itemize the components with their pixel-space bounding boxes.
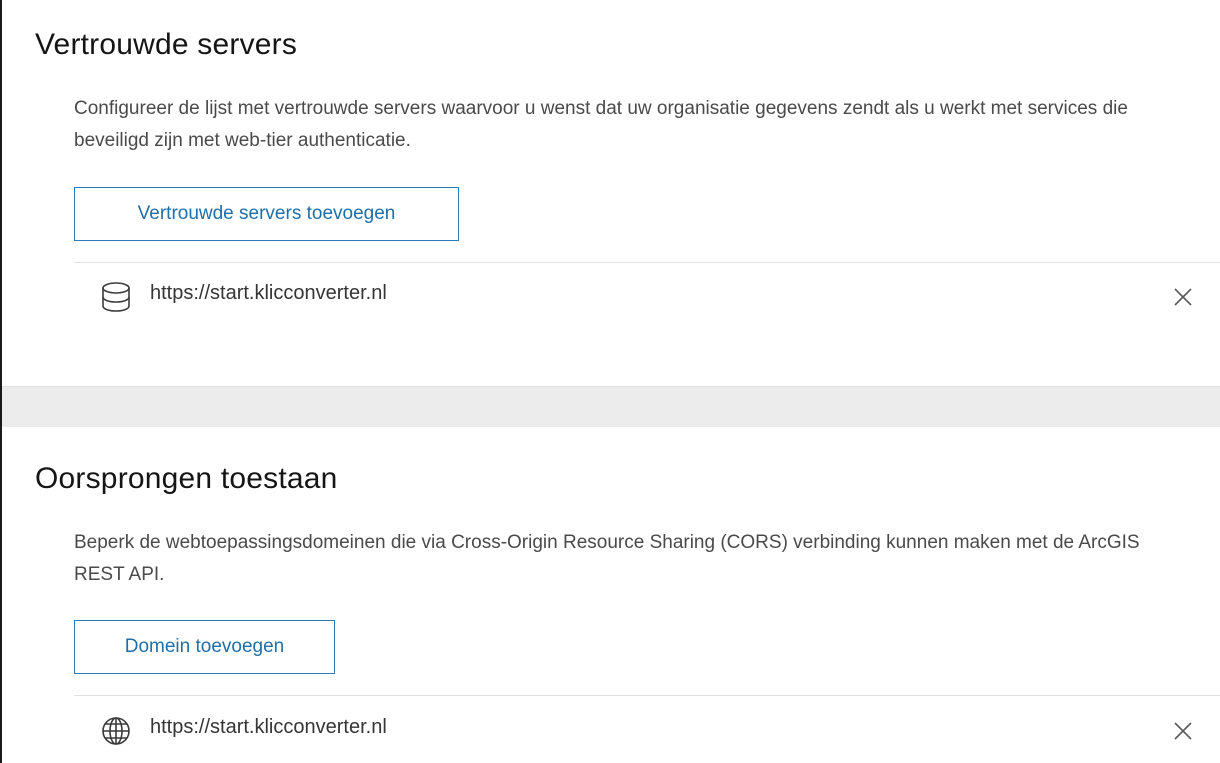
settings-page: Vertrouwde servers Configureer de lijst … [0,0,1220,763]
add-trusted-servers-button[interactable]: Vertrouwde servers toevoegen [74,187,459,241]
allowed-origin-url: https://start.klicconverter.nl [150,716,387,738]
section-separator [2,386,1220,428]
trusted-servers-divider [74,262,1220,263]
allowed-origins-divider [74,695,1220,696]
trusted-server-url: https://start.klicconverter.nl [150,282,387,304]
trusted-server-list-item: https://start.klicconverter.nl [74,266,1220,326]
allowed-origin-list-item: https://start.klicconverter.nl [74,700,1220,760]
trusted-servers-title: Vertrouwde servers [35,28,298,61]
trusted-servers-description: Configureer de lijst met vertrouwde serv… [74,98,1128,151]
close-icon [1174,722,1192,740]
trusted-servers-section: Vertrouwde servers Configureer de lijst … [2,0,1220,386]
database-icon [99,281,135,313]
add-domain-button[interactable]: Domein toevoegen [74,620,335,674]
remove-allowed-origin-button[interactable] [1172,720,1194,742]
allowed-origins-title: Oorsprongen toestaan [35,462,338,495]
remove-trusted-server-button[interactable] [1172,286,1194,308]
close-icon [1174,288,1192,306]
allowed-origins-description: Beperk de webtoepassingsdomeinen die via… [74,532,1140,585]
globe-icon [99,715,135,747]
